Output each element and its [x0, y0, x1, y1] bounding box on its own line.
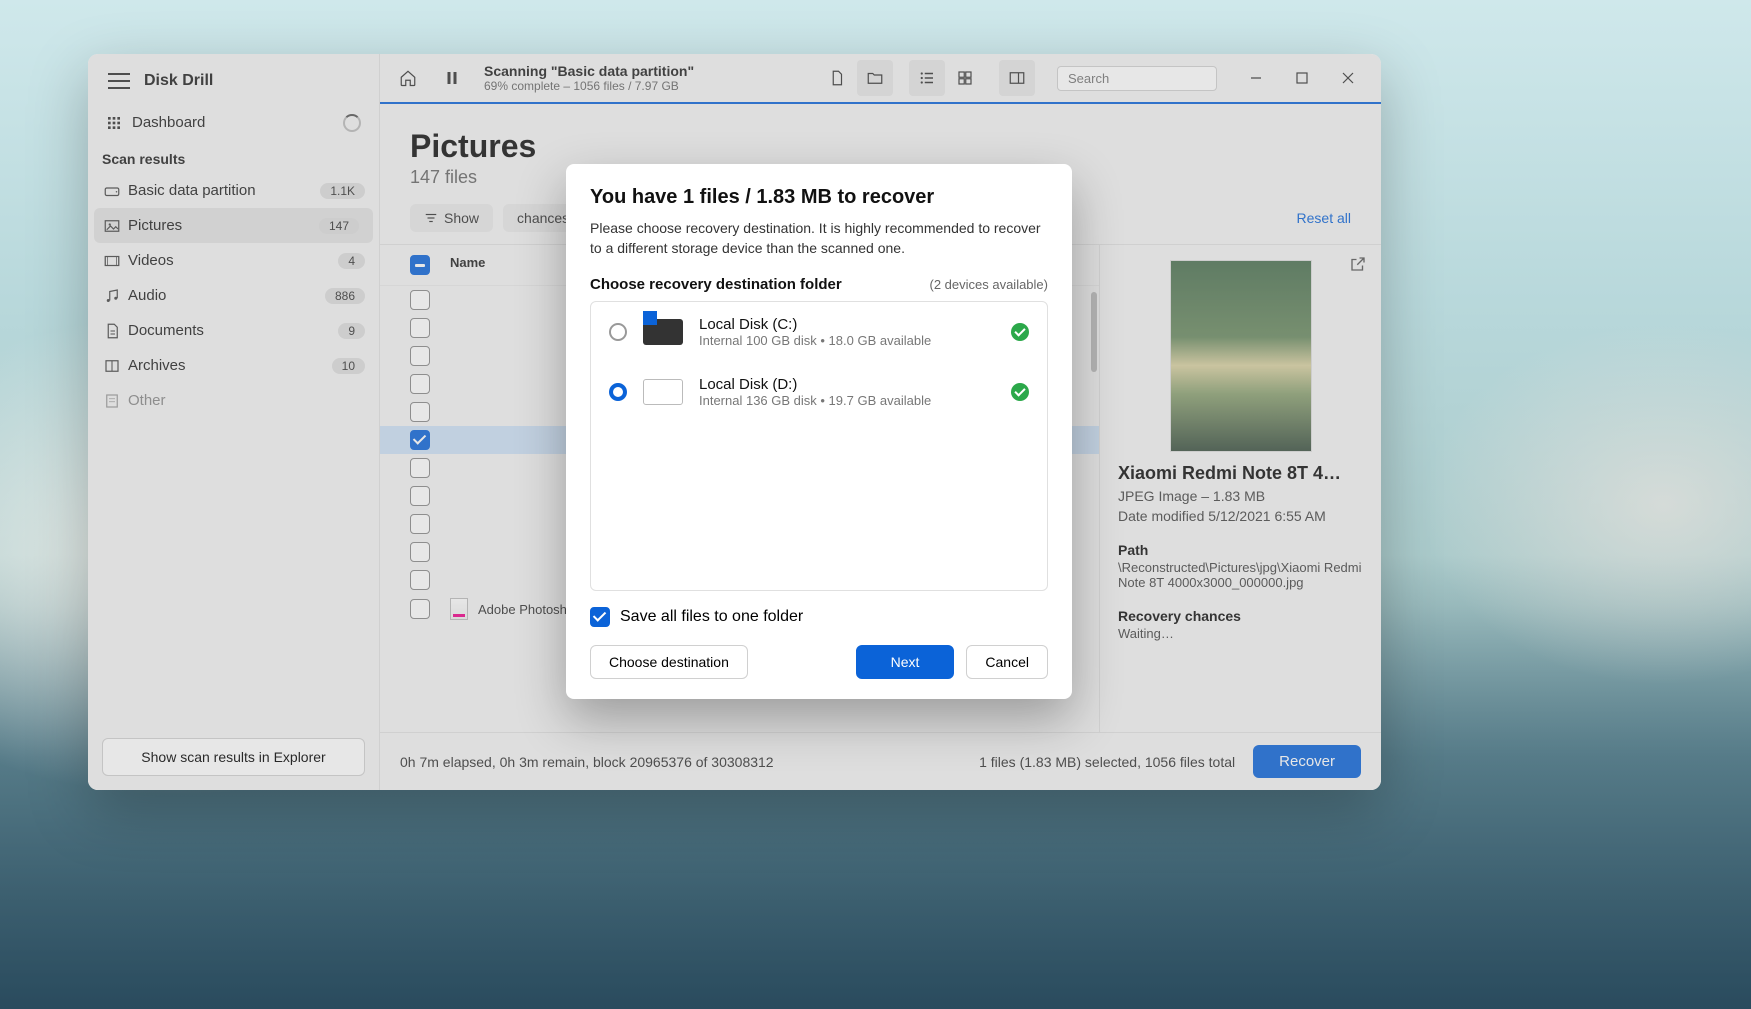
destination-name: Local Disk (C:) — [699, 316, 931, 333]
destination-name: Local Disk (D:) — [699, 376, 931, 393]
save-all-checkbox[interactable] — [590, 607, 610, 627]
destination-desc: Internal 136 GB disk • 19.7 GB available — [699, 393, 931, 408]
recovery-destination-dialog: You have 1 files / 1.83 MB to recover Pl… — [566, 164, 1072, 699]
check-icon — [1011, 383, 1029, 401]
devices-available-label: (2 devices available) — [929, 277, 1048, 292]
destination-radio[interactable] — [609, 383, 627, 401]
destination-radio[interactable] — [609, 323, 627, 341]
check-icon — [1011, 323, 1029, 341]
destination-option[interactable]: Local Disk (D:)Internal 136 GB disk • 19… — [591, 362, 1047, 422]
app-window: Disk Drill Dashboard Scan results Basic … — [88, 54, 1381, 790]
destination-desc: Internal 100 GB disk • 18.0 GB available — [699, 333, 931, 348]
destination-list: Local Disk (C:)Internal 100 GB disk • 18… — [590, 301, 1048, 591]
dialog-text: Please choose recovery destination. It i… — [590, 219, 1048, 258]
cancel-button[interactable]: Cancel — [966, 645, 1048, 679]
next-button[interactable]: Next — [856, 645, 955, 679]
destination-option[interactable]: Local Disk (C:)Internal 100 GB disk • 18… — [591, 302, 1047, 362]
disk-icon — [643, 379, 683, 405]
choose-destination-label: Choose recovery destination folder — [590, 276, 842, 293]
dialog-title: You have 1 files / 1.83 MB to recover — [590, 186, 1048, 209]
disk-icon — [643, 319, 683, 345]
choose-destination-button[interactable]: Choose destination — [590, 645, 748, 679]
save-all-label: Save all files to one folder — [620, 608, 803, 626]
